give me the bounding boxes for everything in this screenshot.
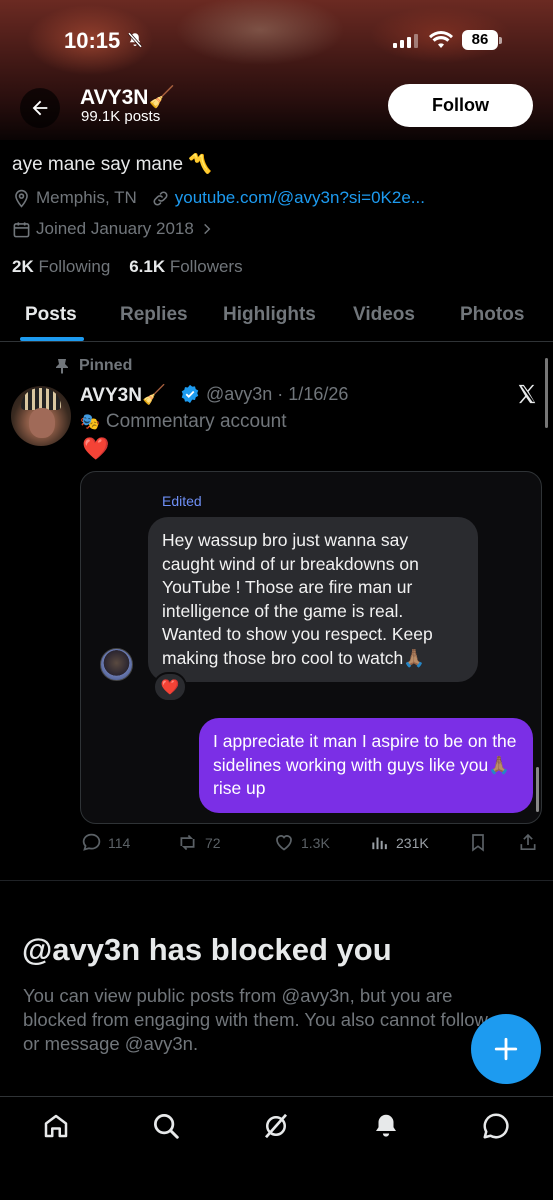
bottom-navigation	[0, 1096, 553, 1200]
like-count: 1.3K	[301, 834, 330, 851]
post-author-avatar[interactable]	[11, 386, 71, 446]
bookmark-button[interactable]	[468, 832, 488, 853]
share-button[interactable]	[518, 832, 538, 853]
heart-reaction: ❤️	[153, 672, 187, 702]
tab-highlights[interactable]: Highlights	[223, 304, 316, 326]
analytics-icon	[372, 837, 387, 850]
bio-text: aye mane say mane	[12, 154, 184, 175]
verified-badge-icon	[180, 384, 200, 409]
profile-meta-row: Memphis, TN youtube.com/@avy3n?si=0K2e..…	[12, 188, 425, 208]
pin-icon	[56, 359, 68, 374]
follow-button[interactable]: Follow	[388, 84, 533, 127]
edited-label: Edited	[162, 493, 202, 509]
nav-search[interactable]	[151, 1111, 181, 1146]
search-icon	[154, 1114, 179, 1139]
like-button[interactable]: 1.3K	[273, 832, 330, 853]
bio-emoji: 〽️	[188, 154, 213, 175]
media-scrollbar	[536, 767, 539, 812]
broom-emoji: 🧹	[141, 385, 166, 406]
heart-icon	[276, 835, 292, 851]
page-scrollbar[interactable]	[545, 358, 548, 428]
joined-row[interactable]: Joined January 2018	[12, 219, 219, 239]
section-divider	[0, 880, 553, 881]
following-label: Following	[38, 257, 111, 276]
broom-emoji: 🧹	[148, 86, 175, 109]
wifi-icon	[428, 30, 454, 55]
tab-replies[interactable]: Replies	[120, 304, 188, 326]
theater-masks-emoji: 🎭	[80, 414, 100, 431]
pinned-indicator: Pinned	[55, 357, 132, 375]
header-profile-name: AVY3N🧹	[80, 86, 175, 110]
compose-post-button[interactable]	[471, 1014, 541, 1084]
nav-home[interactable]	[41, 1111, 71, 1146]
reply-icon	[82, 833, 101, 851]
dm-sender-avatar	[100, 648, 133, 681]
blocked-description: You can view public posts from @avy3n, b…	[23, 985, 488, 1054]
chat-bubble-icon	[483, 1113, 509, 1139]
post-author-name-text: AVY3N	[80, 385, 142, 406]
post-author-name[interactable]: AVY3N🧹	[80, 383, 166, 407]
pinned-label: Pinned	[79, 357, 133, 374]
active-tab-indicator	[20, 337, 84, 341]
tab-photos[interactable]: Photos	[460, 304, 524, 326]
repost-button[interactable]: 72	[176, 832, 221, 853]
following-count: 2K	[12, 257, 34, 276]
bell-icon	[376, 1114, 396, 1137]
grok-icon	[264, 1113, 288, 1139]
status-bar: 10:15 86	[0, 28, 553, 58]
reply-button[interactable]: 114	[81, 832, 130, 853]
plus-icon	[494, 1037, 518, 1061]
views-count: 231K	[396, 834, 429, 851]
location-pin-icon	[15, 189, 28, 208]
dm-outgoing-bubble: I appreciate it man I aspire to be on th…	[199, 718, 533, 813]
header-name-text: AVY3N	[80, 86, 149, 109]
battery-indicator: 86	[462, 30, 502, 50]
blocked-title: @avy3n has blocked you	[22, 932, 392, 967]
cellular-signal-icon	[393, 33, 418, 48]
repost-count: 72	[205, 834, 221, 851]
bookmark-icon	[472, 834, 484, 852]
arrow-left-icon	[32, 100, 48, 116]
follow-stats: 2K Following 6.1K Followers	[12, 257, 243, 277]
post-media-image[interactable]: Edited Hey wassup bro just wanna say cau…	[80, 471, 542, 824]
nav-grok[interactable]	[261, 1111, 291, 1146]
automated-label: 🎭 Commentary account	[80, 411, 287, 433]
tab-posts[interactable]: Posts	[25, 304, 77, 326]
profile-tabs: Posts Replies Highlights Videos Photos	[0, 290, 553, 342]
views-button[interactable]: 231K	[370, 832, 429, 853]
calendar-icon	[13, 221, 30, 237]
header-posts-count: 99.1K posts	[81, 108, 161, 125]
chevron-right-icon	[203, 223, 211, 235]
followers-label: Followers	[169, 257, 243, 276]
tab-videos[interactable]: Videos	[353, 304, 415, 326]
dm-incoming-bubble: Hey wassup bro just wanna say caught win…	[148, 517, 478, 682]
nav-notifications[interactable]	[371, 1111, 401, 1146]
home-icon	[44, 1114, 68, 1138]
link-icon	[153, 190, 168, 206]
joined-text: Joined January 2018	[36, 219, 194, 238]
commentary-account-label: Commentary account	[105, 411, 287, 432]
followers-count: 6.1K	[129, 257, 166, 276]
reply-count: 114	[108, 834, 131, 851]
repost-icon	[180, 834, 195, 851]
post-handle-date[interactable]: @avy3n · 1/16/26	[206, 384, 348, 405]
website-link[interactable]: youtube.com/@avy3n?si=0K2e...	[175, 188, 425, 208]
post-text-heart: ❤️	[82, 436, 110, 461]
profile-banner-header: 10:15 86 AVY3N🧹 99.1K posts Follow	[0, 0, 553, 140]
status-time: 10:15	[64, 28, 121, 53]
back-button[interactable]	[20, 88, 60, 128]
profile-bio: aye mane say mane 〽️	[12, 152, 212, 176]
followers-link[interactable]: 6.1K Followers	[129, 257, 242, 276]
post-actions: 114 72 1.3K 231K	[0, 832, 553, 860]
location-text: Memphis, TN	[36, 188, 137, 207]
nav-messages[interactable]	[481, 1111, 511, 1146]
silent-mode-icon	[126, 31, 144, 54]
x-logo-icon	[516, 383, 538, 410]
share-icon	[520, 833, 536, 850]
following-link[interactable]: 2K Following	[12, 257, 110, 276]
